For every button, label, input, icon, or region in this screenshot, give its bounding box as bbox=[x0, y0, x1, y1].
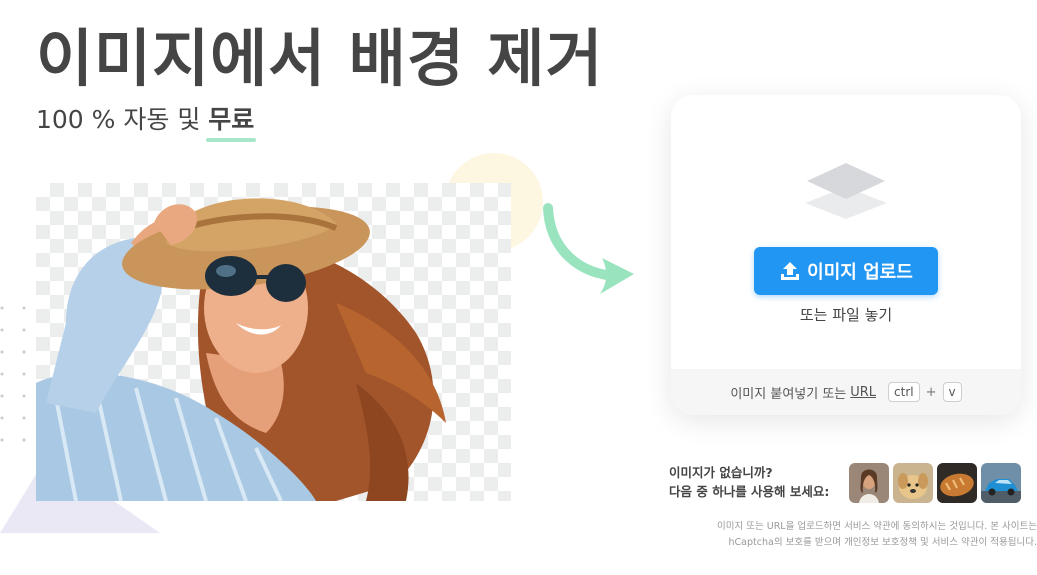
drop-file-text: 또는 파일 놓기 bbox=[799, 306, 893, 324]
layers-icon bbox=[805, 163, 887, 219]
upload-button-label: 이미지 업로드 bbox=[807, 262, 913, 283]
no-image-line1: 이미지가 없습니까? bbox=[669, 465, 773, 480]
page-title: 이미지에서 배경 제거 bbox=[36, 22, 604, 95]
plus-sign: + bbox=[925, 384, 937, 400]
subtitle: 100 % 자동 및 무료 bbox=[36, 100, 254, 136]
v-key: v bbox=[942, 382, 962, 402]
subtitle-highlight: 무료 bbox=[208, 105, 255, 134]
sample-dog-thumbnail[interactable] bbox=[893, 463, 933, 503]
demo-image bbox=[36, 183, 511, 501]
paste-bar: 이미지 붙여넣기 또는 URL ctrl + v bbox=[671, 369, 1021, 415]
sample-images bbox=[849, 463, 1021, 503]
legal-line2: hCaptcha의 보호를 받으며 개인정보 보호정책 및 서비스 약관이 적용… bbox=[728, 537, 1037, 548]
arrow-icon bbox=[543, 203, 634, 294]
no-image-line2: 다음 중 하나를 사용해 보세요: bbox=[669, 484, 830, 499]
ctrl-key: ctrl bbox=[888, 382, 920, 402]
decorative-dots bbox=[0, 306, 26, 442]
no-image-prompt: 이미지가 없습니까? 다음 중 하나를 사용해 보세요: bbox=[669, 463, 829, 501]
url-link[interactable]: URL bbox=[850, 385, 876, 400]
woman-cutout-illustration bbox=[36, 198, 446, 501]
upload-image-button[interactable]: 이미지 업로드 bbox=[754, 247, 938, 295]
sample-bread-thumbnail[interactable] bbox=[937, 463, 977, 503]
upload-card[interactable]: 이미지 업로드 또는 파일 놓기 이미지 붙여넣기 또는 URL ctrl + … bbox=[671, 95, 1021, 415]
subtitle-prefix: 100 % 자동 및 bbox=[36, 105, 201, 134]
paste-text: 이미지 붙여넣기 또는 bbox=[730, 386, 847, 402]
sample-person-thumbnail[interactable] bbox=[849, 463, 889, 503]
upload-icon bbox=[781, 262, 800, 280]
sample-car-thumbnail[interactable] bbox=[981, 463, 1021, 503]
legal-notice: 이미지 또는 URL을 업로드하면 서비스 약관에 동의하시는 것입니다. 본 … bbox=[667, 519, 1037, 551]
legal-line1: 이미지 또는 URL을 업로드하면 서비스 약관에 동의하시는 것입니다. 본 … bbox=[717, 521, 1037, 532]
